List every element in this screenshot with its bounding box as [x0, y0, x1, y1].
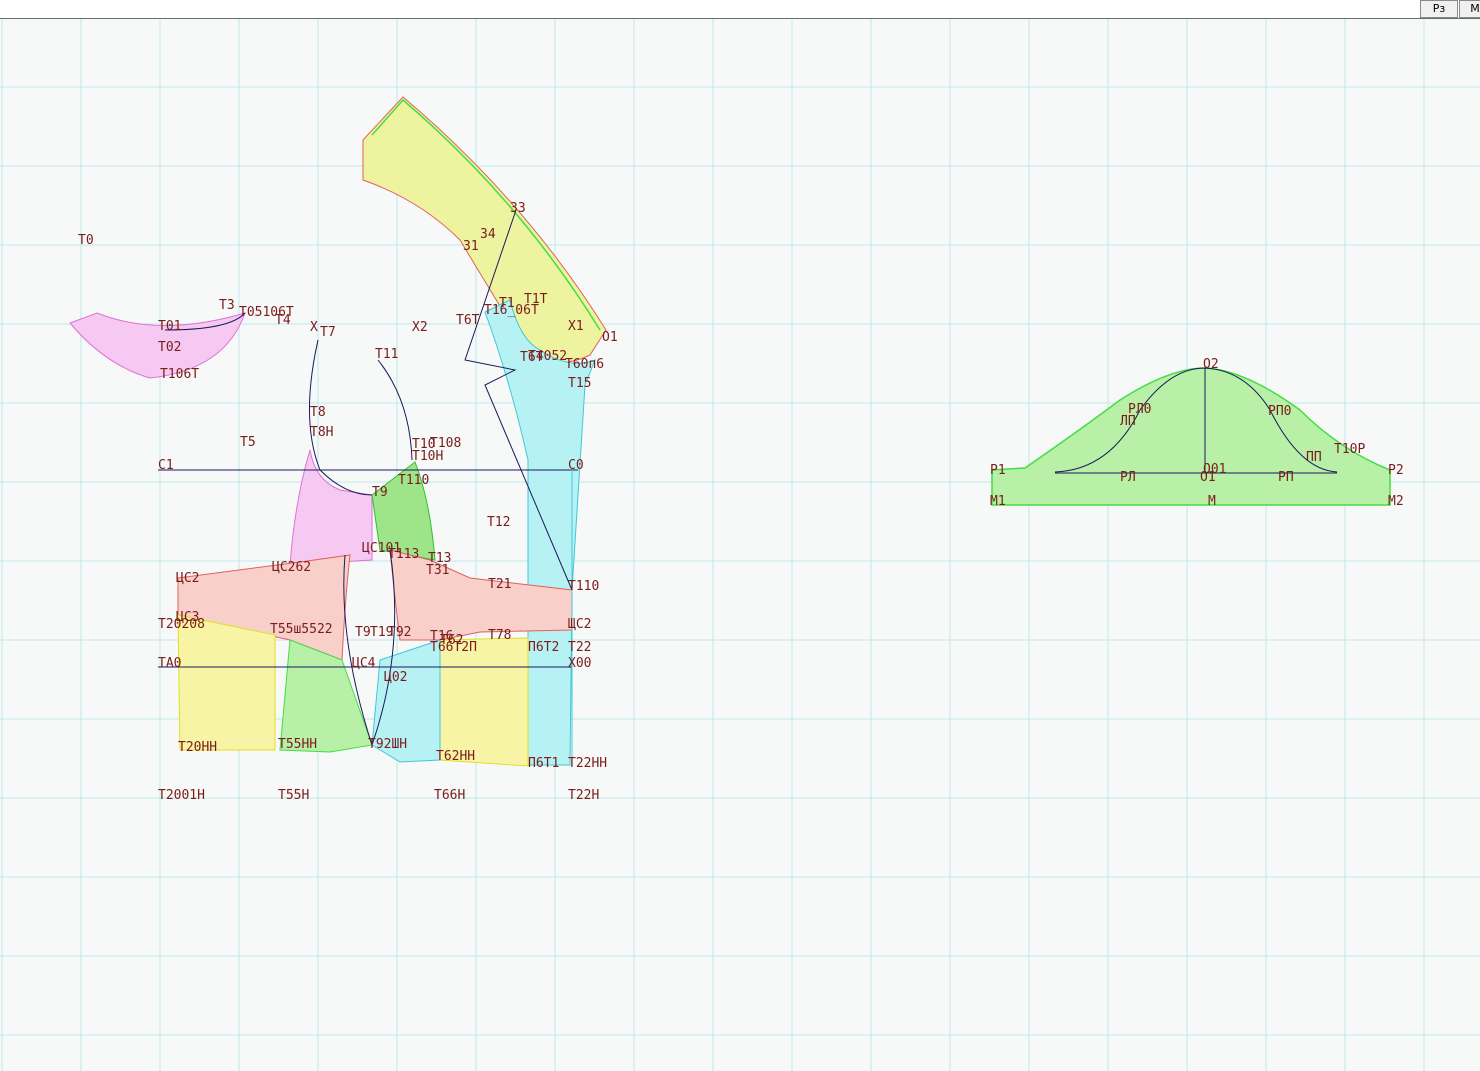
- pattern-point-label: Т0: [78, 233, 94, 248]
- pattern-point-label: ЦС2: [176, 571, 199, 586]
- pattern-point-label: Т12: [487, 515, 510, 530]
- pattern-point-label: Т9: [355, 625, 371, 640]
- pattern-point-label: Т4052: [528, 349, 567, 364]
- pattern-point-label: Т9: [372, 485, 388, 500]
- pattern-point-label: 31: [463, 239, 479, 254]
- pattern-point-label: Х00: [568, 656, 591, 671]
- sleeve-point-label: Р2: [1388, 463, 1404, 478]
- pattern-point-label: Т01: [158, 319, 181, 334]
- m-button[interactable]: М: [1459, 0, 1480, 18]
- yellow-front-bottom[interactable]: [439, 637, 529, 767]
- pattern-point-label: Т7: [320, 325, 336, 340]
- pattern-point-label: Т1: [499, 296, 515, 311]
- sleeve-piece[interactable]: [991, 367, 1391, 506]
- pattern-point-label: ЦС262: [272, 560, 311, 575]
- pattern-point-label: Т3: [219, 298, 235, 313]
- pattern-point-label: Т8: [310, 405, 326, 420]
- pattern-point-label: Т4: [275, 313, 291, 328]
- pattern-point-label: Т92: [388, 625, 411, 640]
- pattern-point-label: ЩС2: [568, 617, 591, 632]
- pattern-point-label: Т8Н: [310, 425, 333, 440]
- pattern-point-label: Т66Т2П: [430, 640, 477, 655]
- sleeve-point-label: О1: [1200, 470, 1216, 485]
- pattern-point-label: Т22НН: [568, 756, 607, 771]
- sleeve-point-label: РП: [1278, 470, 1294, 485]
- pattern-point-label: Т110: [398, 473, 429, 488]
- rz-button[interactable]: Рз: [1420, 0, 1458, 18]
- pattern-point-label: Х2: [412, 320, 428, 335]
- sleeve-point-label: Р1: [990, 463, 1006, 478]
- pattern-point-label: Т21: [488, 577, 511, 592]
- pattern-point-label: С0: [568, 458, 584, 473]
- pattern-point-label: Т1Т: [524, 292, 548, 307]
- pattern-point-label: Т31: [426, 563, 449, 578]
- pattern-point-label: П6Т2: [528, 640, 559, 655]
- yellow-back-bottom[interactable]: [177, 614, 276, 751]
- pattern-point-label: Т22Н: [568, 788, 599, 803]
- pattern-point-label: Т62НН: [436, 749, 475, 764]
- pattern-canvas[interactable]: Т0Т3Т01Т02Т106ТТ05106ТТ4 Х Т7 Х2 Т6ТТ16_06ТХ…: [0, 19, 1480, 1071]
- pattern-point-label: П6Т1: [528, 756, 559, 771]
- pattern-point-label: Т6Т: [456, 313, 480, 328]
- front-armhole-curve: [377, 359, 413, 461]
- pattern-point-label: С1: [158, 458, 174, 473]
- pattern-point-label: Т78: [488, 628, 511, 643]
- pattern-point-label: Х: [310, 320, 318, 335]
- sleeve-point-label: О2: [1203, 357, 1219, 372]
- pattern-point-label: Т55НН: [278, 737, 317, 752]
- pattern-point-label: ЦС4: [352, 656, 376, 671]
- pattern-point-label: Т11: [375, 347, 398, 362]
- pattern-point-label: Т2001Н: [158, 788, 205, 803]
- pattern-point-label: О1: [602, 330, 618, 345]
- pattern-point-label: Т22: [568, 640, 591, 655]
- pattern-point-label: Т55Н: [278, 788, 309, 803]
- pattern-point-label: Т5: [240, 435, 256, 450]
- pattern-point-label: Т10Н: [412, 449, 443, 464]
- pattern-point-label: Т02: [158, 340, 181, 355]
- sleeve-point-label: М: [1208, 494, 1216, 509]
- pattern-point-label: Т20208: [158, 617, 205, 632]
- pattern-point-label: 33: [510, 201, 526, 216]
- pattern-point-label: Т66Н: [434, 788, 465, 803]
- pattern-point-label: Ц02: [384, 670, 407, 685]
- sleeve-point-label: РП0: [1268, 404, 1291, 419]
- sleeve-point-label: М1: [990, 494, 1006, 509]
- sleeve-point-label: М2: [1388, 494, 1404, 509]
- pattern-point-label: Т92ШН: [368, 737, 407, 752]
- pink-side-piece[interactable]: [289, 449, 373, 566]
- sleeve-point-label: РЛ: [1120, 470, 1136, 485]
- pattern-point-label: Х1: [568, 319, 584, 334]
- top-toolbar: Рз М: [0, 0, 1480, 19]
- pattern-point-label: Т20НН: [178, 740, 217, 755]
- sleeve-point-label: ЛП: [1120, 414, 1136, 429]
- pattern-point-label: Т110: [568, 579, 599, 594]
- pattern-point-label: Т113: [388, 547, 419, 562]
- pattern-point-label: Т60п6: [565, 357, 604, 372]
- pattern-point-label: 34: [480, 227, 496, 242]
- pattern-point-label: Т106Т: [160, 367, 199, 382]
- grid: [0, 19, 1480, 1071]
- pattern-point-label: Т15: [568, 376, 591, 391]
- pattern-pieces: [69, 96, 1391, 767]
- sleeve-point-label: ПП: [1306, 450, 1322, 465]
- sleeve-point-label: Т10Р: [1334, 442, 1365, 457]
- pattern-point-label: ТА0: [158, 656, 181, 671]
- pattern-point-label: Т55ш5522: [270, 622, 333, 637]
